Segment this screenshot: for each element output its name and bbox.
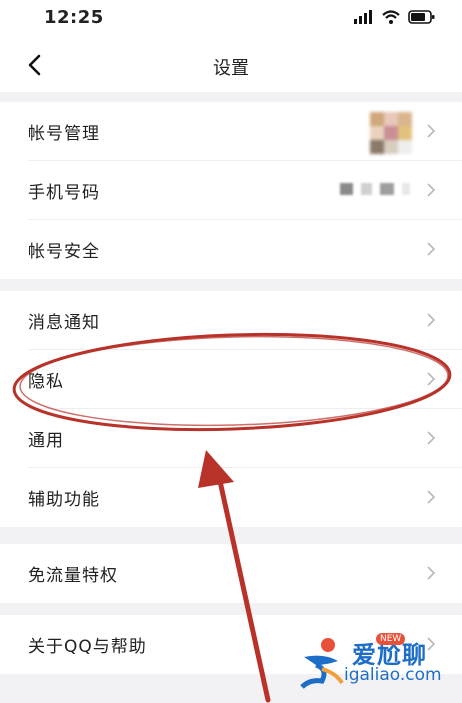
battery-icon	[408, 10, 435, 24]
watermark-logo: 爱尬聊 NEW igaliao.com	[298, 633, 458, 693]
status-time: 12:25	[44, 7, 104, 28]
settings-item-data-free-privilege[interactable]: 免流量特权	[0, 544, 462, 603]
settings-group-account: 帐号管理 手机号码 帐号安全	[0, 102, 462, 279]
status-icons	[354, 10, 436, 24]
chevron-right-icon	[427, 124, 436, 138]
chevron-right-icon	[427, 372, 436, 386]
avatar	[370, 112, 412, 154]
settings-item-label: 免流量特权	[28, 566, 118, 586]
watermark-url: igaliao.com	[344, 665, 442, 685]
settings-item-notifications[interactable]: 消息通知	[0, 291, 462, 350]
chevron-right-icon	[427, 490, 436, 504]
settings-group-general: 消息通知 隐私 通用 辅助功能	[0, 291, 462, 527]
section-gap	[0, 527, 462, 544]
chevron-right-icon	[427, 183, 436, 197]
settings-item-label: 帐号安全	[28, 242, 100, 262]
settings-item-phone-number[interactable]: 手机号码	[0, 161, 462, 220]
section-gap	[0, 603, 462, 615]
settings-item-accessibility[interactable]: 辅助功能	[0, 468, 462, 527]
nav-bar: 设置	[0, 40, 462, 92]
chevron-right-icon	[427, 566, 436, 580]
settings-item-label: 帐号管理	[28, 124, 100, 144]
settings-item-label: 通用	[28, 431, 64, 451]
status-bar: 12:25	[0, 0, 462, 40]
chevron-right-icon	[427, 431, 436, 445]
settings-item-label: 辅助功能	[28, 490, 100, 510]
settings-item-label: 消息通知	[28, 313, 100, 333]
signal-icon	[354, 10, 372, 24]
phone-number-value	[340, 183, 410, 195]
chevron-right-icon	[427, 313, 436, 327]
settings-item-label: 关于QQ与帮助	[28, 637, 147, 657]
logo-icon	[300, 638, 344, 689]
section-gap	[0, 279, 462, 291]
settings-item-label: 手机号码	[28, 183, 100, 203]
page-title: 设置	[213, 58, 249, 79]
new-badge: NEW	[376, 633, 406, 645]
settings-item-privacy[interactable]: 隐私	[0, 350, 462, 409]
section-gap	[0, 92, 462, 102]
chevron-right-icon	[427, 242, 436, 256]
wifi-icon	[382, 10, 400, 24]
settings-item-label: 隐私	[28, 372, 64, 392]
settings-item-general[interactable]: 通用	[0, 409, 462, 468]
settings-item-account-security[interactable]: 帐号安全	[0, 220, 462, 279]
settings-item-account-management[interactable]: 帐号管理	[0, 102, 462, 161]
settings-group-data-free: 免流量特权	[0, 544, 462, 603]
